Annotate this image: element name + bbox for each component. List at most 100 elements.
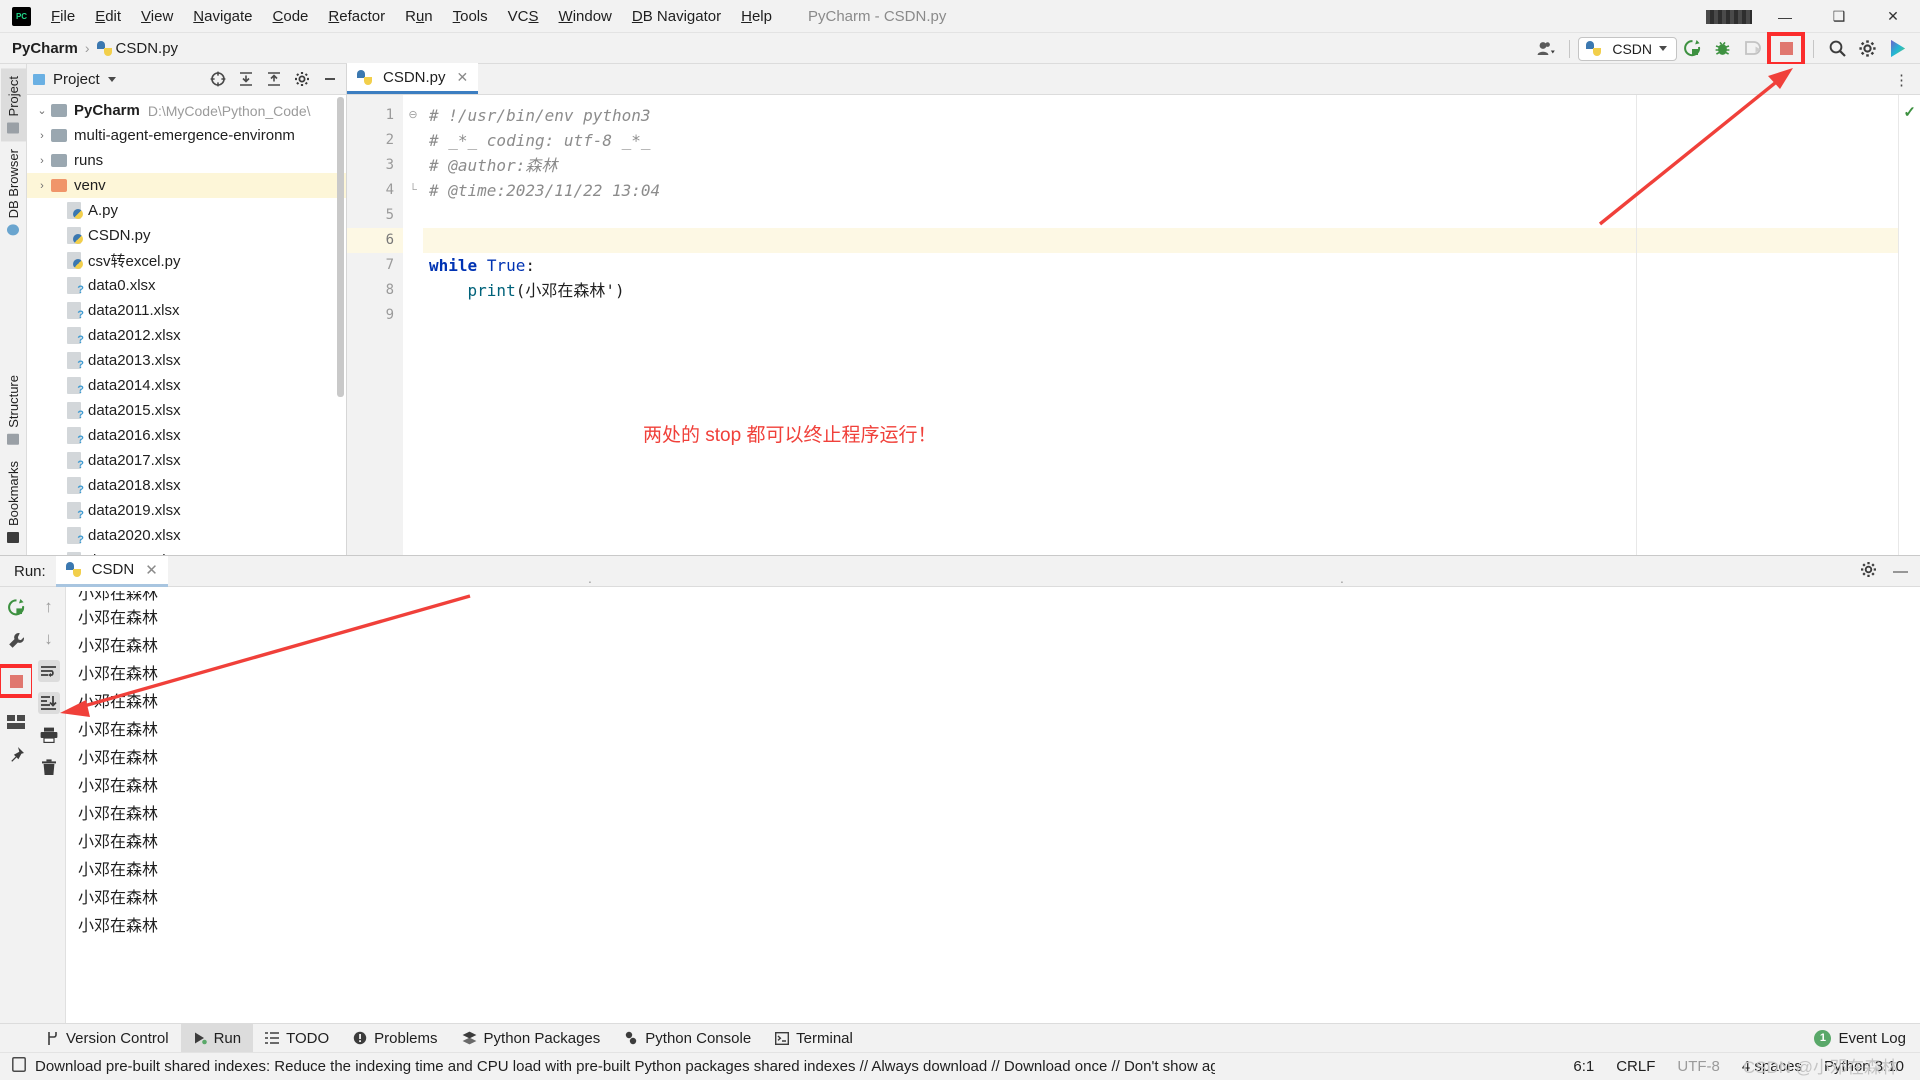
menu-item-tools[interactable]: Tools [443, 5, 498, 28]
tool-window-button-python-console[interactable]: Python Console [612, 1024, 763, 1053]
modify-run-config-wrench-icon[interactable] [5, 629, 27, 651]
tool-window-button-todo[interactable]: TODO [253, 1024, 341, 1053]
tree-item[interactable]: data2014.xlsx [27, 373, 346, 398]
sidebar-item-dbbrowser[interactable]: DB Browser [1, 141, 26, 243]
next-occurrence-icon[interactable]: ↓ [38, 628, 60, 650]
tool-window-button-terminal[interactable]: Terminal [763, 1024, 865, 1053]
rerun-icon[interactable] [5, 596, 27, 618]
code-line[interactable]: print(小邓在森林') [423, 278, 1898, 303]
editor-options-kebab-icon[interactable]: ⋮ [1894, 71, 1910, 89]
run-tab-csdn[interactable]: CSDN ✕ [55, 555, 168, 587]
sidebar-item-bookmarks[interactable]: Bookmarks [1, 453, 26, 551]
tree-item[interactable]: data0.xlsx [27, 273, 346, 298]
menu-item-code[interactable]: Code [263, 5, 319, 28]
run-settings-gear-icon[interactable] [1860, 561, 1877, 582]
code-editor[interactable]: 123456789 ⊖ └ # !/usr/bin/env python3 # _*… [347, 95, 1920, 555]
run-configuration-selector[interactable]: CSDN [1578, 36, 1677, 61]
tree-item[interactable]: CSDN.py [27, 223, 346, 248]
status-message[interactable]: Download pre-built shared indexes: Reduc… [35, 1058, 1215, 1075]
soft-wrap-icon[interactable] [37, 660, 60, 682]
tree-item[interactable]: data2011.xlsx [27, 298, 346, 323]
menu-item-file[interactable]: File [41, 5, 85, 28]
menu-item-run[interactable]: Run [395, 5, 443, 28]
menu-item-window[interactable]: Window [549, 5, 622, 28]
collapse-all-icon[interactable] [264, 68, 284, 90]
code-text[interactable]: # !/usr/bin/env python3 # _*_ coding: utf… [423, 95, 1898, 555]
code-line[interactable] [423, 303, 1898, 328]
code-line[interactable]: # @author:森林 [423, 153, 1898, 178]
project-tree[interactable]: ⌄ PyCharm D:\MyCode\Python_Code\ › multi-… [27, 95, 346, 555]
run-window-minimize-icon[interactable]: — [1893, 563, 1908, 580]
tree-item[interactable]: A.py [27, 198, 346, 223]
tree-item[interactable]: csv转excel.py [27, 248, 346, 273]
pin-tab-icon[interactable] [5, 744, 27, 766]
expand-all-icon[interactable] [236, 68, 256, 90]
python-interpreter[interactable]: Python 3.10 [1824, 1058, 1904, 1075]
clear-all-trash-icon[interactable] [38, 756, 60, 778]
search-icon[interactable] [1822, 36, 1852, 62]
close-button[interactable]: ✕ [1866, 0, 1920, 33]
code-line[interactable] [423, 228, 1898, 253]
hide-tool-window-icon[interactable] [320, 68, 340, 90]
tree-item[interactable]: data2019.xlsx [27, 498, 346, 523]
menu-item-edit[interactable]: Edit [85, 5, 131, 28]
tool-window-button-version-control[interactable]: Version Control [34, 1024, 181, 1053]
menu-item-vcs[interactable]: VCS [498, 5, 549, 28]
stop-button[interactable] [1779, 42, 1793, 55]
sidebar-item-project[interactable]: Project [0, 68, 26, 142]
chevron-right-icon[interactable]: › [33, 180, 51, 192]
tool-window-button-python-packages[interactable]: Python Packages [450, 1024, 613, 1053]
tree-item[interactable]: data2018.xlsx [27, 473, 346, 498]
minimize-button[interactable]: — [1758, 0, 1812, 33]
close-icon[interactable]: ✕ [457, 69, 469, 86]
run-with-coverage-button[interactable] [1677, 36, 1707, 62]
maximize-button[interactable]: ❑ [1812, 0, 1866, 33]
menu-item-db-navigator[interactable]: DB Navigator [622, 5, 731, 28]
print-icon[interactable] [38, 724, 60, 746]
file-encoding[interactable]: UTF-8 [1677, 1058, 1720, 1075]
tree-item[interactable]: data2021.xlsx [27, 548, 346, 555]
tree-item[interactable]: data2015.xlsx [27, 398, 346, 423]
sidebar-item-structure[interactable]: Structure [1, 367, 26, 453]
scroll-from-source-icon[interactable] [208, 68, 228, 90]
menu-item-view[interactable]: View [131, 5, 183, 28]
project-settings-gear-icon[interactable] [292, 68, 312, 90]
editor-tab-csdn-py[interactable]: CSDN.py ✕ [347, 63, 479, 94]
code-line[interactable]: while True: [423, 253, 1898, 278]
code-fold-marker[interactable]: └ [403, 178, 423, 203]
chevron-right-icon[interactable]: › [33, 130, 51, 142]
code-line[interactable]: # !/usr/bin/env python3 [423, 103, 1898, 128]
tree-root-row[interactable]: ⌄ PyCharm D:\MyCode\Python_Code\ [27, 98, 346, 123]
user-avatar-icon[interactable] [1531, 36, 1561, 62]
tree-item[interactable]: › venv [27, 173, 346, 198]
tree-item[interactable]: data2020.xlsx [27, 523, 346, 548]
layout-settings-icon[interactable] [5, 711, 27, 733]
tree-item[interactable]: data2012.xlsx [27, 323, 346, 348]
run-tab-close-icon[interactable]: ✕ [145, 561, 158, 579]
menu-item-help[interactable]: Help [731, 5, 782, 28]
prev-occurrence-icon[interactable]: ↑ [38, 596, 60, 618]
tree-item[interactable]: › runs [27, 148, 346, 173]
run-console-output[interactable]: 小邓在森林 小邓在森林 小邓在森林 小邓在森林 小邓在森林 小邓在森林 小邓在森林 小邓在森林… [66, 587, 1920, 1023]
scroll-to-end-icon[interactable] [37, 692, 60, 714]
code-line[interactable]: # _*_ coding: utf-8 _*_ [423, 128, 1898, 153]
breadcrumb-file[interactable]: CSDN.py [116, 40, 179, 57]
caret-position[interactable]: 6:1 [1573, 1058, 1594, 1075]
debug-button[interactable] [1707, 36, 1737, 62]
menu-item-refactor[interactable]: Refactor [318, 5, 395, 28]
project-tree-scrollbar[interactable] [337, 97, 344, 397]
run-stop-button[interactable] [9, 674, 23, 688]
tree-item[interactable]: data2017.xlsx [27, 448, 346, 473]
code-line[interactable] [423, 203, 1898, 228]
gear-icon[interactable] [1852, 36, 1882, 62]
code-line[interactable]: # @time:2023/11/22 13:04 [423, 178, 1898, 203]
inspection-gutter[interactable]: ✓ [1898, 95, 1920, 555]
tool-window-button-problems[interactable]: Problems [341, 1024, 449, 1053]
project-view-chevron-down-icon[interactable] [107, 76, 116, 82]
tree-item[interactable]: data2013.xlsx [27, 348, 346, 373]
event-log-button[interactable]: 1 Event Log [1814, 1029, 1906, 1047]
tool-window-button-run[interactable]: Run [180, 1023, 254, 1053]
updates-icon[interactable] [1882, 36, 1912, 62]
chevron-expanded-icon[interactable]: ⌄ [33, 104, 51, 117]
indent-setting[interactable]: 4 spaces [1742, 1058, 1802, 1075]
